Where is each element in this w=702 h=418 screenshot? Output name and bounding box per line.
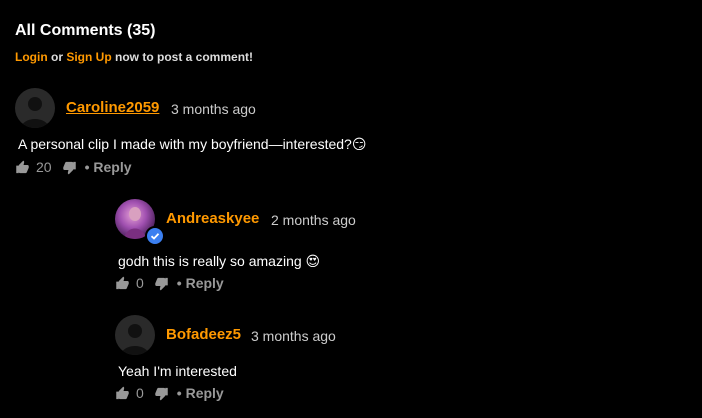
or-text: or <box>51 50 63 64</box>
comment-actions: 0 • Reply <box>115 385 224 401</box>
like-count: 0 <box>136 275 144 291</box>
comment-actions: 20 • Reply <box>15 159 132 175</box>
like-count: 20 <box>36 159 52 175</box>
thumbs-down-icon[interactable] <box>154 386 169 401</box>
reply-button[interactable]: • Reply <box>177 275 224 291</box>
thumbs-up-icon[interactable] <box>115 276 130 291</box>
comment-time: 3 months ago <box>171 101 256 117</box>
comment-username[interactable]: Bofadeez5 <box>166 326 241 343</box>
signup-link[interactable]: Sign Up <box>66 50 111 64</box>
reply-button[interactable]: • Reply <box>177 385 224 401</box>
verified-badge-icon <box>145 226 165 246</box>
login-prompt-suffix: now to post a comment! <box>115 50 254 64</box>
thumbs-up-icon[interactable] <box>115 386 130 401</box>
avatar-placeholder-icon[interactable] <box>115 315 155 355</box>
comment-time: 3 months ago <box>251 328 336 344</box>
thumbs-up-icon[interactable] <box>15 160 30 175</box>
like-count: 0 <box>136 385 144 401</box>
comment-time: 2 months ago <box>271 212 356 228</box>
login-link[interactable]: Login <box>15 50 48 64</box>
comments-title: All Comments (35) <box>15 22 156 39</box>
reply-button[interactable]: • Reply <box>85 159 132 175</box>
thumbs-down-icon[interactable] <box>154 276 169 291</box>
thumbs-down-icon[interactable] <box>62 160 77 175</box>
comment-text: Yeah I'm interested <box>118 363 237 379</box>
comment-username[interactable]: Caroline2059 <box>66 99 159 116</box>
comment-text: godh this is really so amazing 😍 <box>118 253 321 269</box>
comment-text: A personal clip I made with my boyfriend… <box>18 136 367 152</box>
login-prompt: Login or Sign Up now to post a comment! <box>15 50 253 64</box>
comment-actions: 0 • Reply <box>115 275 224 291</box>
comment-username[interactable]: Andreaskyee <box>166 210 259 227</box>
avatar-placeholder-icon[interactable] <box>15 88 55 128</box>
